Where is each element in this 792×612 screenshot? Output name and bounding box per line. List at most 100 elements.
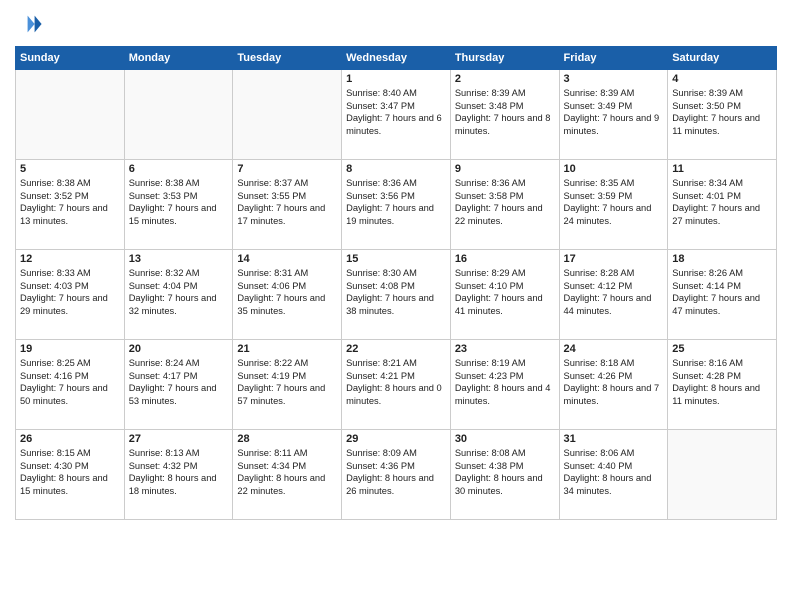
calendar-week-4: 26Sunrise: 8:15 AM Sunset: 4:30 PM Dayli… (16, 430, 777, 520)
day-number: 2 (455, 73, 555, 85)
calendar-cell: 20 Sunrise: 8:24 AM Sunset: 4:17 PM Dayli… (124, 340, 233, 430)
weekday-tuesday: Tuesday (233, 47, 342, 70)
day-info: Sunrise: 8:21 AM Sunset: 4:21 PM Dayligh… (346, 357, 446, 407)
day-info: Sunrise: 8:37 AM Sunset: 3:55 PM Dayligh… (237, 177, 337, 227)
calendar-cell: 24Sunrise: 8:18 AM Sunset: 4:26 PM Dayli… (559, 340, 668, 430)
day-info: Sunrise: 8:29 AM Sunset: 4:10 PM Dayligh… (455, 267, 555, 317)
page-header (15, 10, 777, 38)
day-number: 1 (346, 73, 446, 85)
calendar-cell (16, 70, 125, 160)
day-number: 10 (564, 163, 664, 175)
day-number: 14 (237, 253, 337, 265)
day-info: Sunrise: 8:39 AM Sunset: 3:50 PM Dayligh… (672, 87, 772, 137)
calendar-cell: 17Sunrise: 8:28 AM Sunset: 4:12 PM Dayli… (559, 250, 668, 340)
day-number: 15 (346, 253, 446, 265)
day-info: Sunrise: 8:38 AM Sunset: 3:53 PM Dayligh… (129, 177, 229, 227)
logo-icon (15, 10, 43, 38)
day-number: 18 (672, 253, 772, 265)
calendar-cell: 22 Sunrise: 8:21 AM Sunset: 4:21 PM Dayli… (342, 340, 451, 430)
day-info: Sunrise: 8:32 AM Sunset: 4:04 PM Dayligh… (129, 267, 229, 317)
day-info: Sunrise: 8:36 AM Sunset: 3:56 PM Dayligh… (346, 177, 446, 227)
day-info: Sunrise: 8:39 AM Sunset: 3:48 PM Dayligh… (455, 87, 555, 137)
day-number: 6 (129, 163, 229, 175)
calendar-cell: 18 Sunrise: 8:26 AM Sunset: 4:14 PM Dayli… (668, 250, 777, 340)
day-info: Sunrise: 8:26 AM Sunset: 4:14 PM Dayligh… (672, 267, 772, 317)
calendar-cell: 5Sunrise: 8:38 AM Sunset: 3:52 PM Daylig… (16, 160, 125, 250)
calendar-cell: 7 Sunrise: 8:37 AM Sunset: 3:55 PM Daylig… (233, 160, 342, 250)
calendar-cell: 9 Sunrise: 8:36 AM Sunset: 3:58 PM Daylig… (450, 160, 559, 250)
calendar-table: SundayMondayTuesdayWednesdayThursdayFrid… (15, 46, 777, 520)
day-info: Sunrise: 8:06 AM Sunset: 4:40 PM Dayligh… (564, 447, 664, 497)
day-info: Sunrise: 8:34 AM Sunset: 4:01 PM Dayligh… (672, 177, 772, 227)
calendar-cell: 16 Sunrise: 8:29 AM Sunset: 4:10 PM Dayli… (450, 250, 559, 340)
day-number: 28 (237, 433, 337, 445)
calendar-cell: 11Sunrise: 8:34 AM Sunset: 4:01 PM Dayli… (668, 160, 777, 250)
day-number: 3 (564, 73, 664, 85)
day-number: 26 (20, 433, 120, 445)
day-info: Sunrise: 8:24 AM Sunset: 4:17 PM Dayligh… (129, 357, 229, 407)
calendar-cell: 2 Sunrise: 8:39 AM Sunset: 3:48 PM Daylig… (450, 70, 559, 160)
day-info: Sunrise: 8:11 AM Sunset: 4:34 PM Dayligh… (237, 447, 337, 497)
calendar-cell: 8 Sunrise: 8:36 AM Sunset: 3:56 PM Daylig… (342, 160, 451, 250)
calendar-cell: 26Sunrise: 8:15 AM Sunset: 4:30 PM Dayli… (16, 430, 125, 520)
calendar-cell: 27 Sunrise: 8:13 AM Sunset: 4:32 PM Dayli… (124, 430, 233, 520)
day-info: Sunrise: 8:39 AM Sunset: 3:49 PM Dayligh… (564, 87, 664, 137)
calendar-week-2: 12 Sunrise: 8:33 AM Sunset: 4:03 PM Dayli… (16, 250, 777, 340)
day-number: 7 (237, 163, 337, 175)
day-info: Sunrise: 8:33 AM Sunset: 4:03 PM Dayligh… (20, 267, 120, 317)
day-number: 8 (346, 163, 446, 175)
day-number: 27 (129, 433, 229, 445)
calendar-cell: 10 Sunrise: 8:35 AM Sunset: 3:59 PM Dayli… (559, 160, 668, 250)
calendar-cell: 21Sunrise: 8:22 AM Sunset: 4:19 PM Dayli… (233, 340, 342, 430)
day-number: 20 (129, 343, 229, 355)
weekday-monday: Monday (124, 47, 233, 70)
calendar-cell: 14 Sunrise: 8:31 AM Sunset: 4:06 PM Dayli… (233, 250, 342, 340)
weekday-sunday: Sunday (16, 47, 125, 70)
weekday-friday: Friday (559, 47, 668, 70)
day-info: Sunrise: 8:19 AM Sunset: 4:23 PM Dayligh… (455, 357, 555, 407)
day-number: 24 (564, 343, 664, 355)
calendar-cell: 25Sunrise: 8:16 AM Sunset: 4:28 PM Dayli… (668, 340, 777, 430)
day-info: Sunrise: 8:13 AM Sunset: 4:32 PM Dayligh… (129, 447, 229, 497)
day-number: 29 (346, 433, 446, 445)
day-info: Sunrise: 8:08 AM Sunset: 4:38 PM Dayligh… (455, 447, 555, 497)
day-info: Sunrise: 8:35 AM Sunset: 3:59 PM Dayligh… (564, 177, 664, 227)
calendar-cell: 4 Sunrise: 8:39 AM Sunset: 3:50 PM Daylig… (668, 70, 777, 160)
calendar-week-3: 19Sunrise: 8:25 AM Sunset: 4:16 PM Dayli… (16, 340, 777, 430)
calendar-week-1: 5Sunrise: 8:38 AM Sunset: 3:52 PM Daylig… (16, 160, 777, 250)
day-number: 4 (672, 73, 772, 85)
day-number: 22 (346, 343, 446, 355)
calendar-cell: 13Sunrise: 8:32 AM Sunset: 4:04 PM Dayli… (124, 250, 233, 340)
day-number: 9 (455, 163, 555, 175)
day-number: 17 (564, 253, 664, 265)
day-info: Sunrise: 8:25 AM Sunset: 4:16 PM Dayligh… (20, 357, 120, 407)
day-info: Sunrise: 8:36 AM Sunset: 3:58 PM Dayligh… (455, 177, 555, 227)
calendar-cell (233, 70, 342, 160)
day-info: Sunrise: 8:22 AM Sunset: 4:19 PM Dayligh… (237, 357, 337, 407)
calendar-cell: 12 Sunrise: 8:33 AM Sunset: 4:03 PM Dayli… (16, 250, 125, 340)
day-info: Sunrise: 8:30 AM Sunset: 4:08 PM Dayligh… (346, 267, 446, 317)
day-number: 23 (455, 343, 555, 355)
day-info: Sunrise: 8:31 AM Sunset: 4:06 PM Dayligh… (237, 267, 337, 317)
calendar-week-0: 1 Sunrise: 8:40 AM Sunset: 3:47 PM Daylig… (16, 70, 777, 160)
calendar-cell: 28 Sunrise: 8:11 AM Sunset: 4:34 PM Dayli… (233, 430, 342, 520)
day-number: 16 (455, 253, 555, 265)
calendar-cell: 31 Sunrise: 8:06 AM Sunset: 4:40 PM Dayli… (559, 430, 668, 520)
calendar-cell: 1 Sunrise: 8:40 AM Sunset: 3:47 PM Daylig… (342, 70, 451, 160)
calendar-cell: 15 Sunrise: 8:30 AM Sunset: 4:08 PM Dayli… (342, 250, 451, 340)
calendar-cell: 29 Sunrise: 8:09 AM Sunset: 4:36 PM Dayli… (342, 430, 451, 520)
calendar-cell: 30Sunrise: 8:08 AM Sunset: 4:38 PM Dayli… (450, 430, 559, 520)
weekday-header-row: SundayMondayTuesdayWednesdayThursdayFrid… (16, 47, 777, 70)
calendar-cell (668, 430, 777, 520)
weekday-wednesday: Wednesday (342, 47, 451, 70)
logo (15, 10, 47, 38)
weekday-thursday: Thursday (450, 47, 559, 70)
calendar-cell: 3 Sunrise: 8:39 AM Sunset: 3:49 PM Daylig… (559, 70, 668, 160)
weekday-saturday: Saturday (668, 47, 777, 70)
day-info: Sunrise: 8:16 AM Sunset: 4:28 PM Dayligh… (672, 357, 772, 407)
day-number: 12 (20, 253, 120, 265)
calendar-cell: 23 Sunrise: 8:19 AM Sunset: 4:23 PM Dayli… (450, 340, 559, 430)
day-info: Sunrise: 8:09 AM Sunset: 4:36 PM Dayligh… (346, 447, 446, 497)
day-number: 31 (564, 433, 664, 445)
day-info: Sunrise: 8:40 AM Sunset: 3:47 PM Dayligh… (346, 87, 446, 137)
